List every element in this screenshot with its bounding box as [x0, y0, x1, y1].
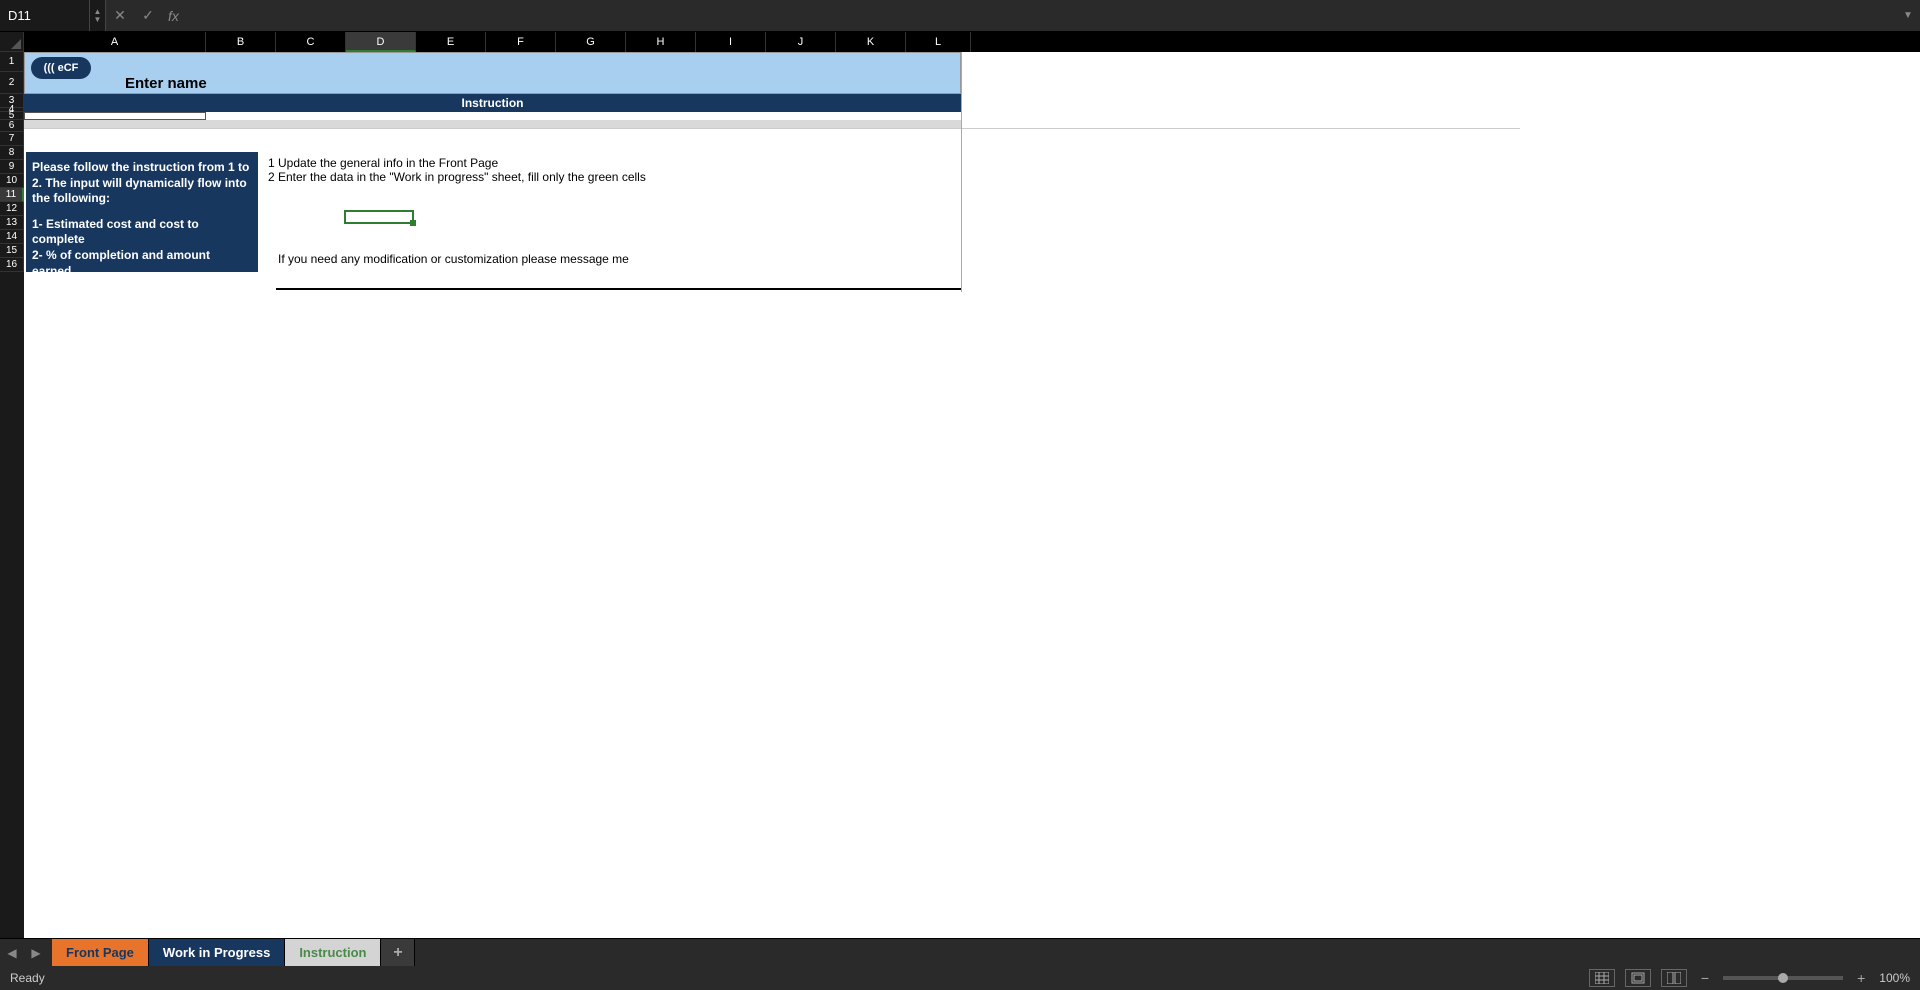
step-2-text: Enter the data in the "Work in progress"… — [278, 170, 646, 184]
fx-label[interactable]: fx — [162, 8, 185, 24]
row-header-5[interactable]: 5 — [0, 112, 24, 120]
stepper-down-icon[interactable]: ▼ — [90, 16, 105, 24]
column-headers: ABCDEFGHIJKL — [0, 32, 1920, 52]
row-header-8[interactable]: 8 — [0, 146, 24, 160]
zoom-percent[interactable]: 100% — [1879, 971, 1910, 985]
row-header-1[interactable]: 1 — [0, 52, 24, 72]
tab-nav-next[interactable]: ▶ — [24, 946, 48, 960]
column-header-i[interactable]: I — [696, 32, 766, 52]
sheet-tabs: Front Page Work in Progress Instruction … — [52, 939, 415, 966]
zoom-in-button[interactable]: + — [1853, 970, 1869, 986]
zoom-out-button[interactable]: − — [1697, 970, 1713, 986]
step-1-number: 1 — [268, 156, 275, 170]
ecf-badge: ((( eCF — [31, 57, 91, 79]
row-header-9[interactable]: 9 — [0, 160, 24, 174]
tab-front-page[interactable]: Front Page — [52, 939, 149, 966]
status-bar: Ready − + 100% — [0, 966, 1920, 990]
formula-bar: D11 ▲ ▼ ✕ ✓ fx ▼ — [0, 0, 1920, 32]
tab-work-in-progress[interactable]: Work in Progress — [149, 939, 285, 966]
row-header-14[interactable]: 14 — [0, 230, 24, 244]
column-header-j[interactable]: J — [766, 32, 836, 52]
tab-add[interactable]: + — [381, 939, 415, 966]
step-1-text: Update the general info in the Front Pag… — [278, 156, 498, 170]
formula-expand-icon[interactable]: ▼ — [1896, 10, 1920, 21]
sheet-canvas[interactable]: ((( eCF Enter name Instruction Please fo… — [24, 52, 1920, 938]
tab-instruction[interactable]: Instruction — [285, 939, 381, 966]
cancel-formula-icon[interactable]: ✕ — [106, 7, 134, 24]
view-page-break-icon[interactable] — [1661, 969, 1687, 987]
row-header-6[interactable]: 6 — [0, 120, 24, 132]
instruction-header-text: Instruction — [403, 94, 583, 112]
status-ready: Ready — [10, 971, 45, 985]
column-header-d[interactable]: D — [346, 32, 416, 52]
side-panel-point-2: 2- % of completion and amount earned — [32, 248, 252, 279]
row5-gridline — [24, 128, 1520, 129]
row-header-13[interactable]: 13 — [0, 216, 24, 230]
enter-name-label: Enter name — [125, 75, 207, 92]
select-all-corner[interactable] — [0, 32, 24, 52]
status-right: − + 100% — [1589, 969, 1910, 987]
bottom-border-line — [276, 288, 961, 290]
formula-input[interactable] — [185, 0, 1896, 31]
side-panel-point-3: 2- Over/Under billings — [32, 279, 252, 295]
selected-cell-d11[interactable] — [344, 210, 414, 224]
column-header-k[interactable]: K — [836, 32, 906, 52]
row-header-7[interactable]: 7 — [0, 132, 24, 146]
row-header-12[interactable]: 12 — [0, 202, 24, 216]
view-normal-icon[interactable] — [1589, 969, 1615, 987]
white-strip — [24, 112, 206, 120]
side-panel-point-1: 1- Estimated cost and cost to complete — [32, 217, 252, 248]
row-header-16[interactable]: 16 — [0, 258, 24, 272]
column-header-a[interactable]: A — [24, 32, 206, 52]
row-headers: 12345678910111213141516 — [0, 52, 24, 938]
row-header-2[interactable]: 2 — [0, 72, 24, 94]
gray-strip — [24, 120, 961, 128]
row-header-10[interactable]: 10 — [0, 174, 24, 188]
column-header-g[interactable]: G — [556, 32, 626, 52]
step-2-number: 2 — [268, 170, 275, 184]
grid-area: 12345678910111213141516 ((( eCF Enter na… — [0, 52, 1920, 938]
column-header-b[interactable]: B — [206, 32, 276, 52]
side-panel-intro: Please follow the instruction from 1 to … — [32, 160, 252, 207]
tab-nav-prev[interactable]: ◀ — [0, 946, 24, 960]
sheet-tab-bar: ◀ ▶ Front Page Work in Progress Instruct… — [0, 938, 1920, 966]
instruction-header-bar: Instruction — [24, 94, 961, 112]
row-header-15[interactable]: 15 — [0, 244, 24, 258]
name-box-stepper[interactable]: ▲ ▼ — [90, 0, 106, 31]
accept-formula-icon[interactable]: ✓ — [134, 7, 162, 24]
instruction-side-panel: Please follow the instruction from 1 to … — [26, 152, 258, 272]
row-header-11[interactable]: 11 — [0, 188, 24, 202]
column-header-h[interactable]: H — [626, 32, 696, 52]
column-header-e[interactable]: E — [416, 32, 486, 52]
zoom-slider[interactable] — [1723, 976, 1843, 980]
data-right-edge — [961, 52, 962, 292]
fill-handle[interactable] — [410, 220, 416, 226]
column-header-l[interactable]: L — [906, 32, 971, 52]
name-box[interactable]: D11 — [0, 0, 90, 31]
column-header-c[interactable]: C — [276, 32, 346, 52]
title-banner: ((( eCF Enter name — [24, 52, 961, 94]
column-header-f[interactable]: F — [486, 32, 556, 52]
customization-message: If you need any modification or customiz… — [278, 252, 629, 266]
zoom-slider-thumb[interactable] — [1778, 973, 1788, 983]
view-page-layout-icon[interactable] — [1625, 969, 1651, 987]
